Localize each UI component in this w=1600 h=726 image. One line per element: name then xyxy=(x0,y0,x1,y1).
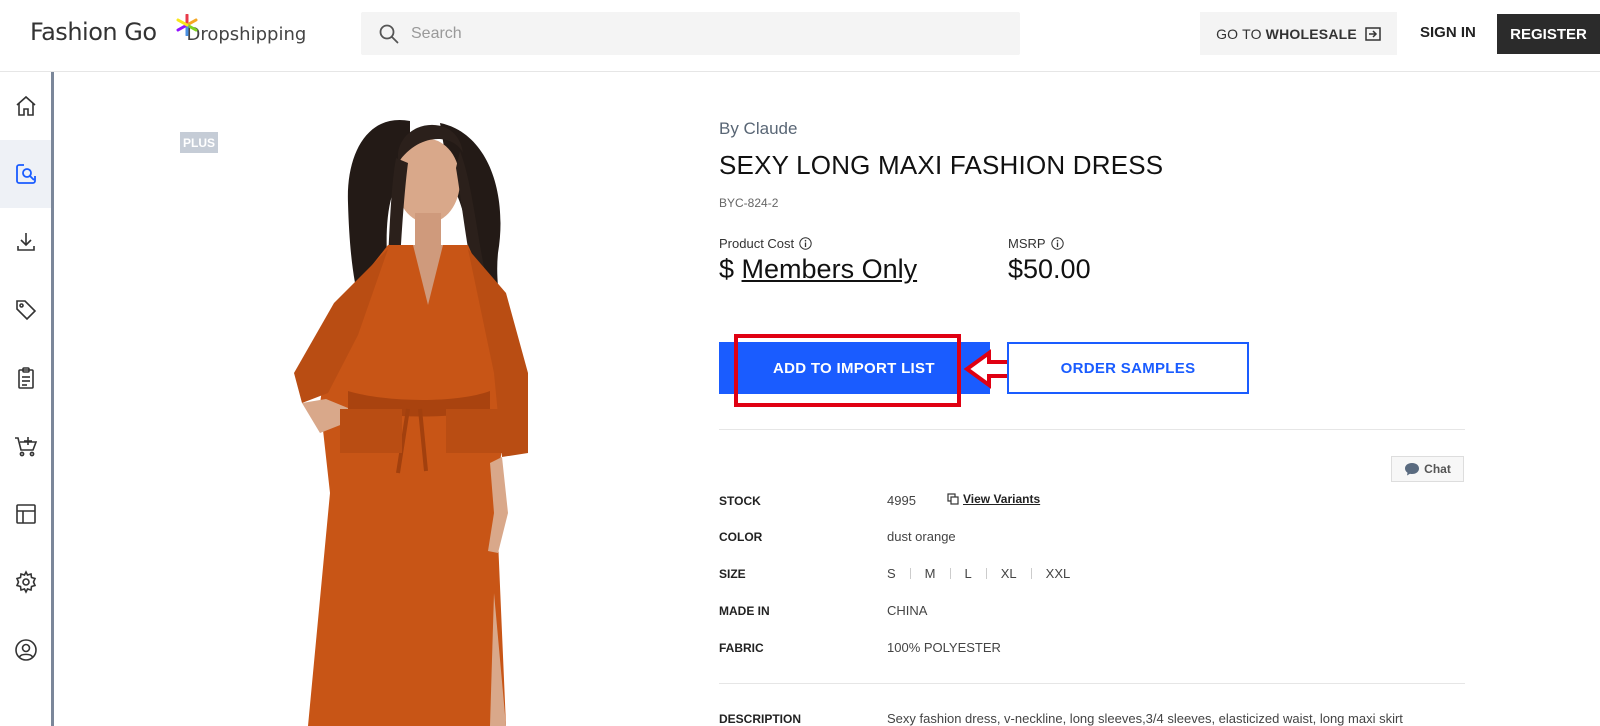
product-title: SEXY LONG MAXI FASHION DRESS xyxy=(719,150,1164,180)
color-label: COLOR xyxy=(719,530,763,544)
size-option[interactable]: XXL xyxy=(1032,566,1085,581)
sidebar-item-downloads[interactable] xyxy=(0,208,51,276)
home-icon xyxy=(15,95,36,116)
sidebar-item-home[interactable] xyxy=(0,72,51,140)
fabric-label: FABRIC xyxy=(719,641,764,655)
msrp-label-text: MSRP xyxy=(1008,236,1046,251)
fabric-value: 100% POLYESTER xyxy=(887,640,1001,655)
order-samples-button[interactable]: ORDER SAMPLES xyxy=(1007,342,1249,394)
sidebar-item-more[interactable] xyxy=(0,684,51,726)
view-variants-label: View Variants xyxy=(963,492,1041,506)
register-button[interactable]: REGISTER xyxy=(1497,14,1600,54)
layout-icon xyxy=(15,504,36,524)
chat-label: Chat xyxy=(1424,462,1451,476)
search-icon xyxy=(379,24,399,43)
wholesale-prefix: GO TO xyxy=(1216,25,1262,42)
members-only-link[interactable]: Members Only xyxy=(742,254,918,284)
info-icon[interactable] xyxy=(1050,237,1064,250)
gear-icon xyxy=(15,570,36,594)
sidebar-item-account[interactable] xyxy=(0,616,51,684)
exit-icon xyxy=(1365,26,1381,41)
product-sku: BYC-824-2 xyxy=(719,196,779,210)
product-image[interactable] xyxy=(58,73,698,726)
sidebar xyxy=(0,72,54,726)
clipboard-icon xyxy=(17,367,34,389)
sidebar-item-cart[interactable] xyxy=(0,412,51,480)
product-image-area: PLUS xyxy=(58,73,698,726)
logo[interactable]: Fashion Go Dropshipping xyxy=(30,14,307,46)
sidebar-item-settings[interactable] xyxy=(0,548,51,616)
cart-icon xyxy=(14,437,37,457)
divider xyxy=(719,429,1465,430)
logo-star-icon xyxy=(176,14,198,36)
help-icon xyxy=(14,706,38,726)
size-options: S M L XL XXL xyxy=(887,566,1084,581)
tag-icon xyxy=(15,300,36,321)
download-icon xyxy=(16,233,35,251)
top-header: Fashion Go Dropshipping GO TO WHOLESALE … xyxy=(0,0,1600,72)
made-in-value: CHINA xyxy=(887,603,928,618)
search-input[interactable] xyxy=(411,24,971,43)
stock-value: 4995 xyxy=(887,493,916,508)
product-cost-value: $ Members Only xyxy=(719,254,917,285)
go-to-wholesale-button[interactable]: GO TO WHOLESALE xyxy=(1200,12,1397,55)
price-currency: $ xyxy=(719,254,735,284)
brand-name[interactable]: By Claude xyxy=(719,119,797,139)
view-variants-link[interactable]: View Variants xyxy=(947,492,1040,506)
chat-button[interactable]: Chat xyxy=(1391,456,1464,482)
logo-main-text: Fashion Go xyxy=(30,18,157,46)
sidebar-item-search-products[interactable] xyxy=(0,140,51,208)
color-value: dust orange xyxy=(887,529,956,544)
size-option[interactable]: M xyxy=(911,566,950,581)
stock-label: STOCK xyxy=(719,494,761,508)
search-products-icon xyxy=(15,164,36,184)
info-icon[interactable] xyxy=(799,237,812,250)
description-value: Sexy fashion dress, v-neckline, long sle… xyxy=(887,711,1403,726)
logo-sub-text: Dropshipping xyxy=(186,24,307,45)
highlight-box xyxy=(734,334,961,407)
search-bar[interactable] xyxy=(361,12,1020,55)
user-icon xyxy=(14,639,37,661)
size-label: SIZE xyxy=(719,567,746,581)
msrp-value: $50.00 xyxy=(1008,254,1091,284)
size-option[interactable]: L xyxy=(951,566,986,581)
msrp-label: MSRP xyxy=(1008,236,1064,251)
sidebar-item-layout[interactable] xyxy=(0,480,51,548)
wholesale-label: WHOLESALE xyxy=(1265,25,1357,42)
product-cost-label-text: Product Cost xyxy=(719,236,795,251)
description-label: DESCRIPTION xyxy=(719,712,802,726)
divider xyxy=(719,683,1465,684)
size-option[interactable]: XL xyxy=(987,566,1031,581)
sidebar-item-orders[interactable] xyxy=(0,344,51,412)
product-cost-label: Product Cost xyxy=(719,236,812,251)
made-in-label: MADE IN xyxy=(719,604,770,618)
chat-icon xyxy=(1405,463,1420,476)
copy-icon xyxy=(947,493,959,505)
sidebar-item-tags[interactable] xyxy=(0,276,51,344)
size-option[interactable]: S xyxy=(887,566,910,581)
sign-in-link[interactable]: SIGN IN xyxy=(1420,24,1476,41)
